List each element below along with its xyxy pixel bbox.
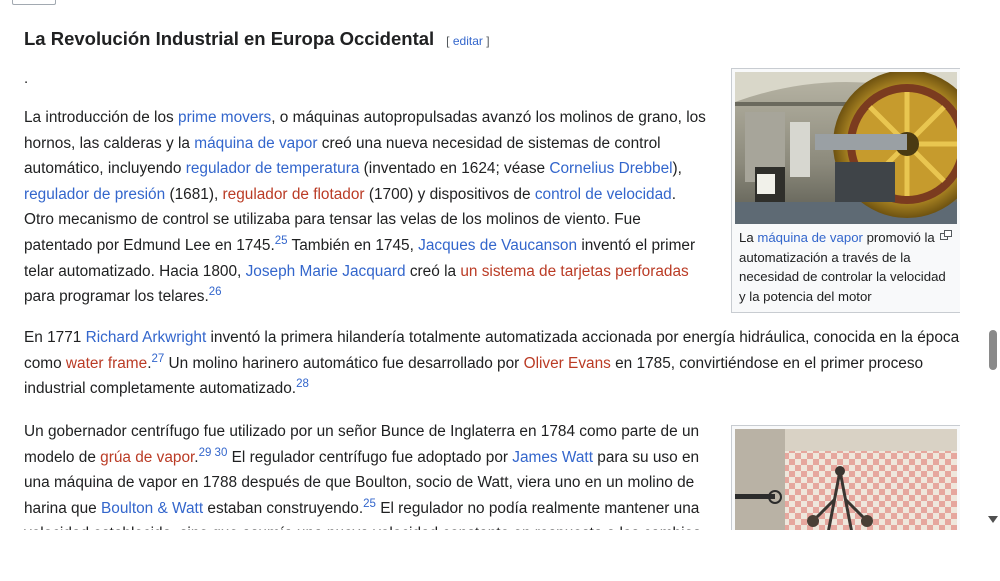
text: La introducción de los — [24, 109, 179, 126]
citation-25[interactable]: 25 — [363, 498, 376, 510]
enlarge-icon[interactable] — [940, 230, 952, 240]
figure-steam-engine: La máquina de vapor promovió la automati… — [731, 68, 960, 313]
link-maquina-de-vapor[interactable]: máquina de vapor — [194, 135, 317, 152]
text: (1681), — [165, 185, 223, 203]
citation-26[interactable]: 26 — [209, 286, 222, 298]
text: El regulador centrífugo fue adoptado por — [227, 448, 513, 466]
text: ), — [672, 160, 682, 178]
edit-bracket-close: ] — [482, 34, 490, 48]
link-james-watt[interactable]: James Watt — [512, 449, 593, 466]
text: (inventado en 1624; véase — [359, 160, 550, 178]
redlink-regulador-flotador[interactable]: regulador de flotador — [223, 186, 365, 203]
citation-25[interactable]: 25 — [275, 235, 288, 247]
section-heading: La Revolución Industrial en Europa Occid… — [24, 28, 490, 50]
redlink-grua-de-vapor[interactable]: grúa de vapor — [100, 449, 194, 466]
link-prime-movers[interactable]: prime movers — [178, 109, 271, 126]
citation-28[interactable]: 28 — [296, 378, 309, 390]
paragraph-gobernador: Un gobernador centrífugo fue utilizado p… — [24, 419, 710, 530]
citation-30[interactable]: 30 — [211, 446, 228, 459]
caption-link-maquina-de-vapor[interactable]: máquina de vapor — [757, 230, 863, 245]
text: estaban construyendo. — [203, 499, 364, 517]
text: En 1771 — [24, 329, 86, 346]
section-title: La Revolución Industrial en Europa Occid… — [24, 28, 435, 49]
vertical-scrollbar[interactable] — [986, 0, 1000, 530]
link-richard-arkwright[interactable]: Richard Arkwright — [86, 329, 207, 346]
steam-engine-image[interactable] — [735, 72, 957, 224]
link-joseph-marie-jacquard[interactable]: Joseph Marie Jacquard — [246, 263, 406, 280]
redlink-tarjetas-perforadas[interactable]: un sistema de tarjetas perforadas — [460, 263, 688, 280]
text: Un molino harinero automático fue desarr… — [164, 354, 524, 372]
text: creó la — [405, 262, 461, 280]
stray-dot: . — [24, 70, 29, 87]
centrifugal-governor-image[interactable] — [735, 429, 957, 530]
link-regulador-presion[interactable]: regulador de presión — [24, 186, 165, 203]
article-content: La Revolución Industrial en Europa Occid… — [24, 0, 960, 530]
link-regulador-temperatura[interactable]: regulador de temperatura — [186, 160, 360, 177]
edit-section: [ editar ] — [446, 34, 489, 48]
citation-29[interactable]: 29 — [199, 446, 212, 459]
caption-text: La — [739, 230, 758, 245]
scrollbar-thumb[interactable] — [989, 330, 997, 370]
text: (1700) y dispositivos de — [364, 185, 535, 203]
text: para programar los telares. — [24, 288, 209, 306]
figure-caption: La máquina de vapor promovió la automati… — [735, 224, 957, 306]
redlink-oliver-evans[interactable]: Oliver Evans — [524, 355, 611, 372]
link-boulton-watt[interactable]: Boulton & Watt — [101, 500, 203, 517]
scroll-down-arrow-icon[interactable] — [988, 516, 998, 523]
text: También en 1745, — [287, 236, 419, 254]
paragraph-prime-movers: La introducción de los prime movers, o m… — [24, 105, 710, 310]
figure-governor — [731, 425, 960, 530]
link-cornelius-drebbel[interactable]: Cornelius Drebbel — [549, 160, 672, 177]
link-control-velocidad[interactable]: control de velocidad — [535, 186, 672, 203]
citation-27[interactable]: 27 — [151, 352, 164, 365]
edit-section-link[interactable]: editar — [453, 34, 483, 48]
redlink-water-frame[interactable]: water frame — [66, 355, 147, 372]
paragraph-arkwright: En 1771 Richard Arkwright inventó la pri… — [24, 325, 960, 402]
edit-bracket-open: [ — [446, 34, 453, 48]
link-jacques-de-vaucanson[interactable]: Jacques de Vaucanson — [418, 237, 577, 254]
